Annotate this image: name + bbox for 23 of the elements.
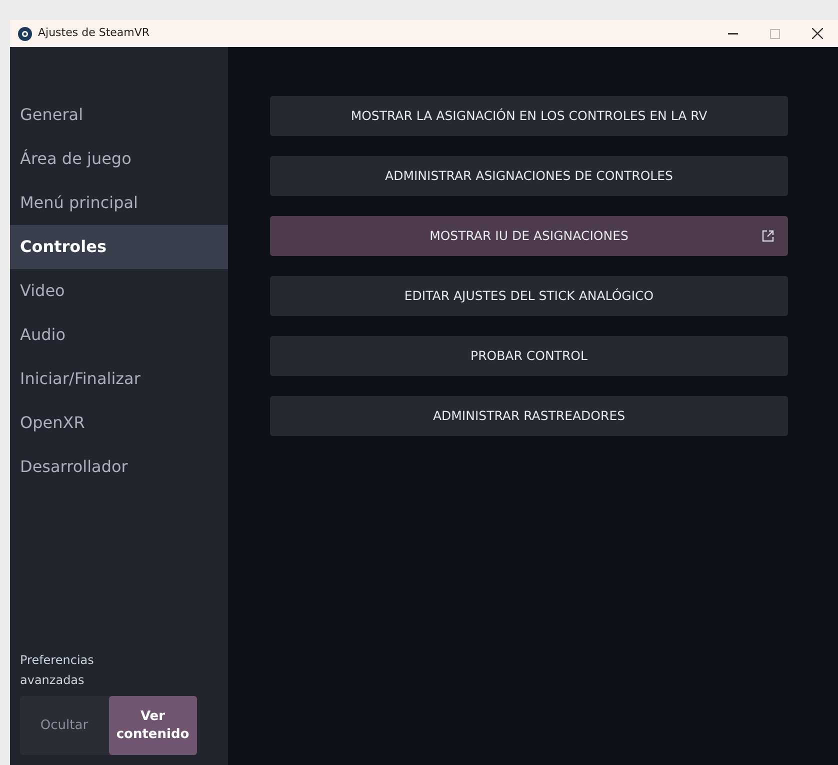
- toggle-option[interactable]: Ocultar: [20, 696, 108, 755]
- sidebar-item[interactable]: Menú principal: [10, 181, 228, 225]
- toggle-option[interactable]: Ver contenido: [108, 696, 197, 755]
- action-button[interactable]: MOSTRAR IU DE ASIGNACIONES: [270, 216, 788, 256]
- app-logo-icon: [18, 26, 32, 40]
- sidebar-item[interactable]: Área de juego: [10, 137, 228, 181]
- action-button[interactable]: ADMINISTRAR ASIGNACIONES DE CONTROLES: [270, 156, 788, 196]
- sidebar-item[interactable]: Video: [10, 269, 228, 313]
- sidebar-item[interactable]: OpenXR: [10, 401, 228, 445]
- action-button[interactable]: ADMINISTRAR RASTREADORES: [270, 396, 788, 436]
- minimize-icon: [728, 32, 738, 34]
- action-button[interactable]: EDITAR AJUSTES DEL STICK ANALÓGICO: [270, 276, 788, 316]
- sidebar-item[interactable]: Iniciar/Finalizar: [10, 357, 228, 401]
- maximize-icon: [770, 28, 780, 38]
- sidebar-item[interactable]: Desarrollador: [10, 445, 228, 489]
- window-title: Ajustes de SteamVR: [38, 25, 150, 42]
- close-icon: [812, 28, 822, 39]
- action-button[interactable]: PROBAR CONTROL: [270, 336, 788, 376]
- sidebar-item[interactable]: Audio: [10, 313, 228, 357]
- sidebar-item[interactable]: General: [10, 93, 228, 137]
- sidebar-item[interactable]: Controles: [10, 225, 228, 269]
- action-button[interactable]: MOSTRAR LA ASIGNACIÓN EN LOS CONTROLES EN LA RV: [270, 96, 788, 136]
- advanced-preferences-label: Preferencias avanzadas: [20, 652, 95, 689]
